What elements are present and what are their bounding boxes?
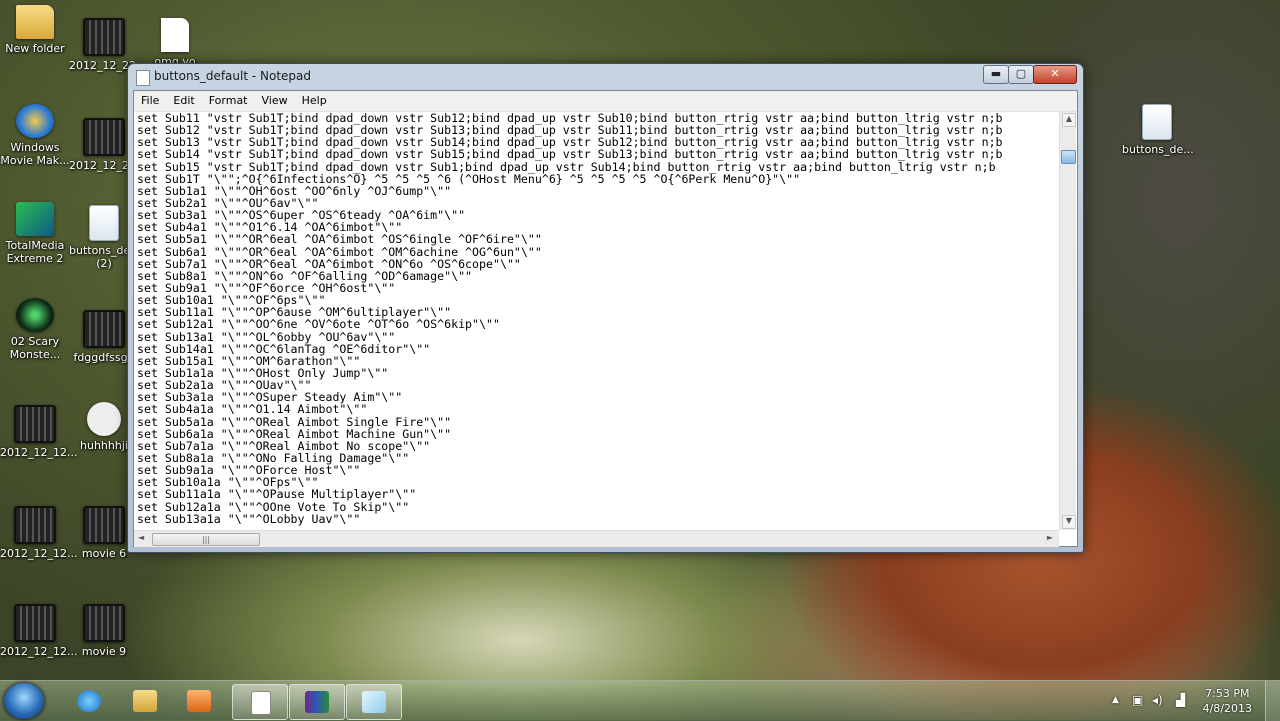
window-title: buttons_default - Notepad <box>154 69 312 83</box>
doc-icon <box>1142 104 1172 140</box>
desktop-icon[interactable]: 2012_12_12... <box>0 604 78 658</box>
show-desktop-button[interactable] <box>1265 681 1280 721</box>
horizontal-scroll-thumb[interactable]: ||| <box>152 533 260 546</box>
menu-bar: File Edit Format View Help <box>134 91 1077 112</box>
film-icon <box>83 310 125 348</box>
film-icon <box>83 604 125 642</box>
scroll-up-icon[interactable]: ▲ <box>1062 113 1076 127</box>
text-line: set Sub12a1a "\""^OOne Vote To Skip"\"" <box>137 499 410 514</box>
network-icon[interactable]: ▟ <box>1176 693 1185 707</box>
text-editor[interactable]: set Sub11 "vstr Sub1T;bind dpad_down vst… <box>134 112 1057 530</box>
internet-explorer-icon <box>77 690 101 712</box>
close-button[interactable]: ✕ <box>1033 65 1077 84</box>
folder-icon <box>16 5 54 39</box>
text-line: set Sub5a1a "\""^OReal Aimbot Single Fir… <box>137 414 452 429</box>
scroll-right-icon[interactable]: ► <box>1047 533 1053 542</box>
menu-format[interactable]: Format <box>202 91 255 107</box>
internet-explorer-button[interactable] <box>62 684 116 718</box>
text-line: set Sub14a1 "\""^OC^6lanTag ^OE^6ditor"\… <box>137 341 431 356</box>
menu-edit[interactable]: Edit <box>166 91 201 107</box>
winrar-icon <box>305 691 329 713</box>
desktop-icon[interactable]: 02 Scary Monste... <box>0 298 70 361</box>
maximize-button[interactable]: ▢ <box>1008 65 1034 84</box>
desktop-icon-label: New folder <box>5 42 65 55</box>
menu-file[interactable]: File <box>134 91 166 107</box>
desktop-icon[interactable]: movie 9 <box>69 604 139 658</box>
folder-icon <box>133 690 157 712</box>
notepad-app-icon <box>362 691 386 713</box>
menu-help[interactable]: Help <box>295 91 334 107</box>
notepad-document-button[interactable] <box>232 684 288 720</box>
desktop-icon-label: 2012_12_12... <box>0 547 78 560</box>
vertical-scroll-thumb[interactable] <box>1061 150 1076 164</box>
text-line: set Sub5a1 "\""^OR^6eal ^OA^6imbot ^OS^6… <box>137 232 542 247</box>
desktop-icon-label: movie 9 <box>81 645 127 658</box>
troll-icon <box>87 402 121 436</box>
scroll-left-icon[interactable]: ◄ <box>138 533 144 542</box>
document-icon <box>251 691 271 715</box>
file-explorer-button[interactable] <box>118 684 172 718</box>
desktop-icon[interactable]: 2012_12_12... <box>0 506 78 560</box>
desktop-icon[interactable]: buttons_de... <box>1122 104 1194 156</box>
media-player-icon <box>187 690 211 712</box>
desktop-icon[interactable]: omg.vo <box>140 18 210 68</box>
text-line: set Sub12a1 "\""^OO^6ne ^OV^6ote ^OT^6o … <box>137 317 500 332</box>
taskbar: ▲ ▣ ◂) ▟ 7:53 PM 4/8/2013 <box>0 680 1280 721</box>
action-center-icon[interactable]: ▣ <box>1132 693 1143 707</box>
wmm-icon <box>16 104 54 138</box>
title-bar[interactable]: buttons_default - Notepad ▬ ▢ ✕ <box>128 64 1083 90</box>
film-icon <box>14 405 56 443</box>
clock-time: 7:53 PM <box>1205 687 1250 700</box>
desktop-icon-label: 2012_12_12... <box>0 446 78 459</box>
system-tray: ▲ ▣ ◂) ▟ 7:53 PM 4/8/2013 <box>1100 681 1280 721</box>
winrar-button[interactable] <box>289 684 345 720</box>
desktop-icon[interactable]: TotalMedia Extreme 2 <box>0 202 70 265</box>
film-icon <box>83 506 125 544</box>
tme-icon <box>16 202 54 236</box>
desktop-icon-label: 2012_12_12... <box>0 645 78 658</box>
desktop-icon[interactable]: 2012_12_12... <box>0 405 78 459</box>
media-player-button[interactable] <box>172 684 226 718</box>
text-line: set Sub6a1a "\""^OReal Aimbot Machine Gu… <box>137 426 452 441</box>
minimize-button[interactable]: ▬ <box>983 65 1009 84</box>
film-icon <box>83 118 125 156</box>
text-line: set Sub7a1 "\""^OR^6eal ^OA^6imbot ^ON^6… <box>137 256 521 271</box>
clock[interactable]: 7:53 PM 4/8/2013 <box>1203 686 1252 716</box>
notepad-icon <box>136 70 150 86</box>
scroll-down-icon[interactable]: ▼ <box>1062 515 1076 529</box>
show-hidden-icons-icon[interactable]: ▲ <box>1112 695 1119 705</box>
notepad-button[interactable] <box>346 684 402 720</box>
desktop-icon-label: TotalMedia Extreme 2 <box>5 239 65 265</box>
desktop-icon-label: Windows Movie Mak... <box>0 141 70 167</box>
clock-date: 4/8/2013 <box>1202 702 1252 715</box>
text-line: set Sub11a1a "\""^OPause Multiplayer"\"" <box>137 487 417 502</box>
doc-icon <box>89 205 119 241</box>
menu-view[interactable]: View <box>255 91 295 107</box>
text-line: set Sub15 "vstr Sub1T;bind dpad_down vst… <box>137 159 996 174</box>
notepad-client: File Edit Format View Help set Sub11 "vstr S… <box>133 90 1078 547</box>
horizontal-scrollbar[interactable]: ◄ ||| ► <box>134 530 1059 547</box>
text-line: set Sub14 "vstr Sub1T;bind dpad_down vst… <box>137 147 1003 162</box>
text-line: set Sub13a1 "\""^OL^6obby ^OU^6av"\"" <box>137 329 396 344</box>
desktop-icon[interactable]: Windows Movie Mak... <box>0 104 70 167</box>
vertical-scrollbar[interactable]: ▲ ▼ <box>1059 112 1076 530</box>
start-button[interactable] <box>4 683 44 719</box>
desktop-icon-label: buttons_de... <box>1122 143 1194 156</box>
scary-icon <box>16 298 54 332</box>
film-icon <box>14 604 56 642</box>
notepad-window[interactable]: buttons_default - Notepad ▬ ▢ ✕ File Edit… <box>127 63 1084 553</box>
desktop-icon-label: 02 Scary Monste... <box>9 335 61 361</box>
film-icon <box>14 506 56 544</box>
text-line: set Sub4a1a "\""^O1.14 Aimbot"\"" <box>137 402 368 417</box>
text-line: set Sub13a1a "\""^OLobby Uav"\"" <box>137 511 361 526</box>
text-line: set Sub6a1 "\""^OR^6eal ^OA^6imbot ^OM^6… <box>137 244 542 259</box>
film-icon <box>83 18 125 56</box>
volume-icon[interactable]: ◂) <box>1152 693 1163 707</box>
file-icon <box>161 18 189 52</box>
desktop-icon[interactable]: New folder <box>0 5 70 55</box>
